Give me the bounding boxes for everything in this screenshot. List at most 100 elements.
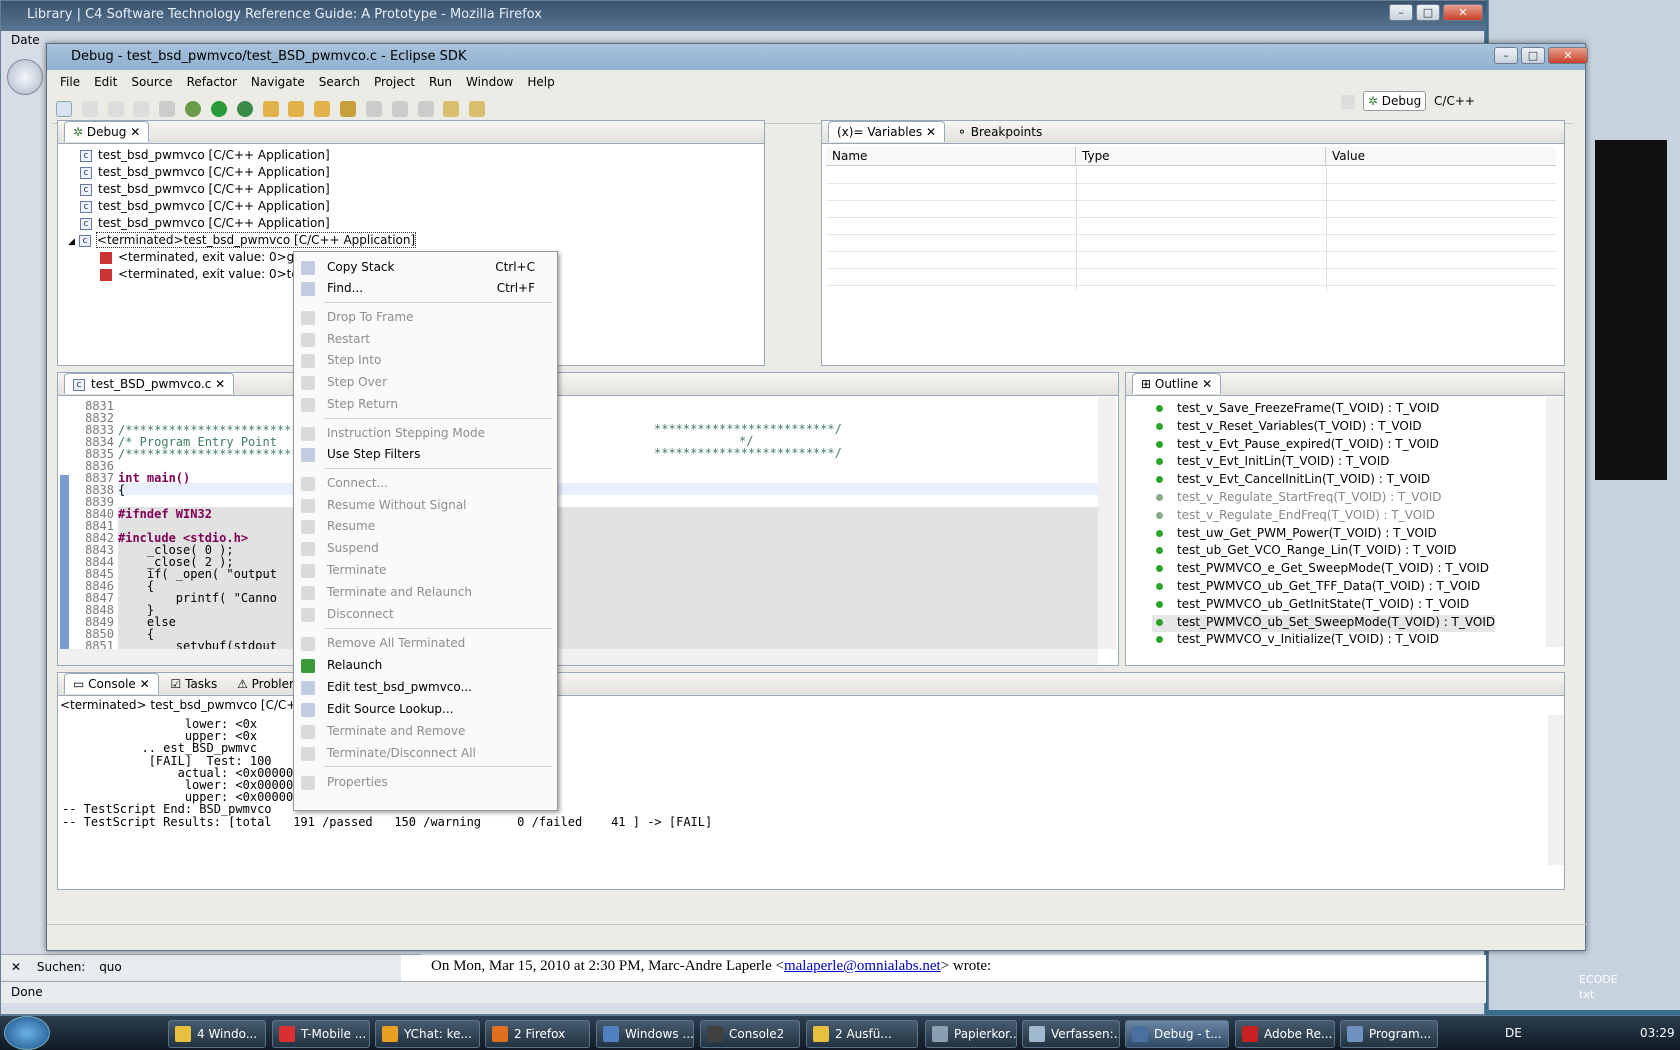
menu-item-find[interactable]: Find... Ctrl+F	[294, 279, 557, 299]
process-item[interactable]: <terminated, exit value: 0>test_b	[100, 267, 323, 284]
outline-item[interactable]: test_ub_Get_VCO_Range_Lin(T_VOID) : T_VO…	[1156, 543, 1457, 560]
new-icon[interactable]	[56, 101, 72, 117]
editor-vertical-scrollbar[interactable]	[1098, 397, 1116, 649]
menu-search[interactable]: Search	[312, 75, 367, 94]
outline-item[interactable]: test_v_Reset_Variables(T_VOID) : T_VOID	[1156, 419, 1422, 436]
column-type[interactable]: Type	[1076, 147, 1326, 165]
save-all-icon[interactable]	[107, 101, 124, 117]
editor-horizontal-scrollbar[interactable]	[58, 649, 1098, 665]
menu-file[interactable]: File	[53, 75, 87, 94]
close-icon[interactable]: ✕	[926, 125, 936, 139]
menu-source[interactable]: Source	[124, 75, 179, 94]
minimize-button[interactable]: –	[1389, 4, 1413, 21]
menu-window[interactable]: Window	[459, 75, 520, 94]
outline-item[interactable]: test_v_Regulate_EndFreq(T_VOID) : T_VOID	[1156, 508, 1435, 525]
start-button[interactable]	[4, 1016, 50, 1050]
launch-item[interactable]: c test_bsd_pwmvco [C/C++ Application]	[80, 148, 330, 165]
menu-item-edit-source-lookup[interactable]: Edit Source Lookup...	[294, 700, 557, 720]
menu-help[interactable]: Help	[520, 75, 561, 94]
column-value[interactable]: Value	[1326, 147, 1556, 165]
taskbar-button[interactable]: Windows ...	[596, 1020, 694, 1048]
maximize-button[interactable]: □	[1416, 4, 1440, 21]
outline-item[interactable]: test_PWMVCO_ub_Get_TFF_Data(T_VOID) : T_…	[1156, 579, 1480, 596]
launch-item[interactable]: c test_bsd_pwmvco [C/C++ Application]	[80, 165, 330, 182]
taskbar-button[interactable]: Papierkor...	[925, 1020, 1017, 1048]
taskbar-button[interactable]: YChat: ke...	[375, 1020, 480, 1048]
outline-item[interactable]: test_v_Save_FreezeFrame(T_VOID) : T_VOID	[1156, 401, 1439, 418]
menu-item-relaunch[interactable]: Relaunch	[294, 656, 557, 676]
outline-item[interactable]: test_PWMVCO_ub_Set_SweepMode(T_VOID) : T…	[1152, 614, 1496, 632]
back-arrow-icon[interactable]	[443, 101, 460, 117]
pen-icon[interactable]	[365, 101, 382, 117]
eclipse-close-button[interactable]: ✕	[1548, 47, 1588, 64]
tab-console[interactable]: ▭ Console ✕	[64, 673, 159, 694]
menu-item-copy-stack[interactable]: Copy Stack Ctrl+C	[294, 258, 557, 278]
close-icon[interactable]: ✕	[1202, 377, 1212, 391]
menu-item-use-step-filters[interactable]: Use Step Filters	[294, 445, 557, 465]
tab-debug[interactable]: ✲ Debug ✕	[64, 121, 150, 142]
taskbar-button[interactable]: Verfassen:...	[1022, 1020, 1120, 1048]
debug-icon[interactable]	[185, 101, 202, 117]
search-icon[interactable]	[340, 101, 357, 117]
outline-item[interactable]: test_PWMVCO_e_Get_SweepMode(T_VOID) : T_…	[1156, 561, 1489, 578]
launch-item[interactable]: c test_bsd_pwmvco [C/C++ Application]	[80, 199, 330, 216]
outline-item[interactable]: test_uw_Get_PWM_Power(T_VOID) : T_VOID	[1156, 526, 1437, 543]
taskbar-button[interactable]: 4 Windo...	[168, 1020, 266, 1048]
find-close-icon[interactable]: ✕	[11, 960, 21, 974]
mail-link[interactable]: malaperle@omnialabs.net	[784, 958, 941, 974]
process-item[interactable]: <terminated, exit value: 0>gdb	[100, 250, 309, 267]
language-indicator[interactable]: DE	[1505, 1026, 1522, 1040]
perspective-debug[interactable]: ✲ Debug	[1362, 91, 1427, 111]
taskbar-button[interactable]: Debug - t...	[1125, 1020, 1229, 1048]
back-icon[interactable]	[7, 59, 43, 95]
eclipse-minimize-button[interactable]: –	[1494, 47, 1518, 64]
perspective-cpp[interactable]: C/C++	[1430, 92, 1479, 110]
outline-vertical-scrollbar[interactable]	[1546, 397, 1564, 647]
tab-editor-file[interactable]: c test_BSD_pwmvco.c ✕	[64, 373, 235, 394]
menu-refactor[interactable]: Refactor	[180, 75, 244, 94]
open-perspective-icon[interactable]	[1341, 94, 1355, 109]
tab-tasks[interactable]: ☑ Tasks	[163, 674, 226, 694]
find-input[interactable]: quo	[99, 960, 127, 974]
forward-arrow-icon[interactable]	[469, 101, 486, 117]
menu-navigate[interactable]: Navigate	[244, 75, 312, 94]
print-icon[interactable]	[133, 101, 150, 117]
console-output[interactable]: lower: <0x upper: <0x .. est_BSD_pwmvc […	[58, 715, 1548, 865]
close-icon[interactable]: ✕	[215, 377, 225, 391]
taskbar-button[interactable]: T-Mobile ...	[272, 1020, 370, 1048]
clock[interactable]: 03:29	[1640, 1026, 1675, 1040]
outline-item[interactable]: test_v_Evt_CancelInitLin(T_VOID) : T_VOI…	[1156, 472, 1430, 489]
tab-outline[interactable]: ⊞ Outline ✕	[1132, 373, 1222, 394]
launch-item-terminated[interactable]: ◢ c <terminated>test_bsd_pwmvco [C/C++ App…	[68, 232, 417, 250]
close-icon[interactable]: ✕	[130, 125, 140, 139]
outline-item[interactable]: test_v_Regulate_StartFreq(T_VOID) : T_VO…	[1156, 490, 1441, 507]
column-name[interactable]: Name	[826, 147, 1076, 165]
menu-project[interactable]: Project	[367, 75, 422, 94]
open-project-icon[interactable]	[262, 101, 279, 117]
menu-edit[interactable]: Edit	[87, 75, 124, 94]
eclipse-maximize-button[interactable]: □	[1521, 47, 1545, 64]
code-area[interactable]: 8831 8832 8833/************************* 88…	[58, 397, 1098, 649]
collapse-icon[interactable]: ◢	[68, 237, 75, 247]
taskbar-button[interactable]: Adobe Re...	[1235, 1020, 1335, 1048]
outline-item[interactable]: test_v_Evt_Pause_expired(T_VOID) : T_VOI…	[1156, 437, 1439, 454]
tab-variables[interactable]: (x)= Variables ✕	[828, 121, 946, 142]
build-icon[interactable]	[159, 101, 176, 117]
taskbar-button[interactable]: Console2	[700, 1020, 800, 1048]
console-vertical-scrollbar[interactable]	[1548, 715, 1564, 865]
tab-breakpoints[interactable]: ⚬ Breakpoints	[949, 122, 1050, 142]
outline-item[interactable]: test_PWMVCO_v_Initialize(T_VOID) : T_VOI…	[1156, 632, 1439, 647]
outline-item[interactable]: test_v_Evt_InitLin(T_VOID) : T_VOID	[1156, 454, 1389, 471]
open-type-icon[interactable]	[288, 101, 305, 117]
launch-item[interactable]: c test_bsd_pwmvco [C/C++ Application]	[80, 216, 330, 233]
next-annotation-icon[interactable]	[417, 101, 434, 117]
external-tools-icon[interactable]	[236, 101, 253, 117]
taskbar-button[interactable]: Program...	[1340, 1020, 1438, 1048]
annotation-icon[interactable]	[391, 101, 408, 117]
close-button[interactable]: ✕	[1443, 4, 1483, 21]
save-icon[interactable]	[81, 101, 98, 117]
menu-item-edit-test-bsd-pwmvco[interactable]: Edit test_bsd_pwmvco...	[294, 678, 557, 698]
outline-item[interactable]: test_PWMVCO_ub_GetInitState(T_VOID) : T_…	[1156, 597, 1469, 614]
taskbar-button[interactable]: 2 Firefox	[485, 1020, 590, 1048]
run-icon[interactable]	[210, 101, 227, 117]
